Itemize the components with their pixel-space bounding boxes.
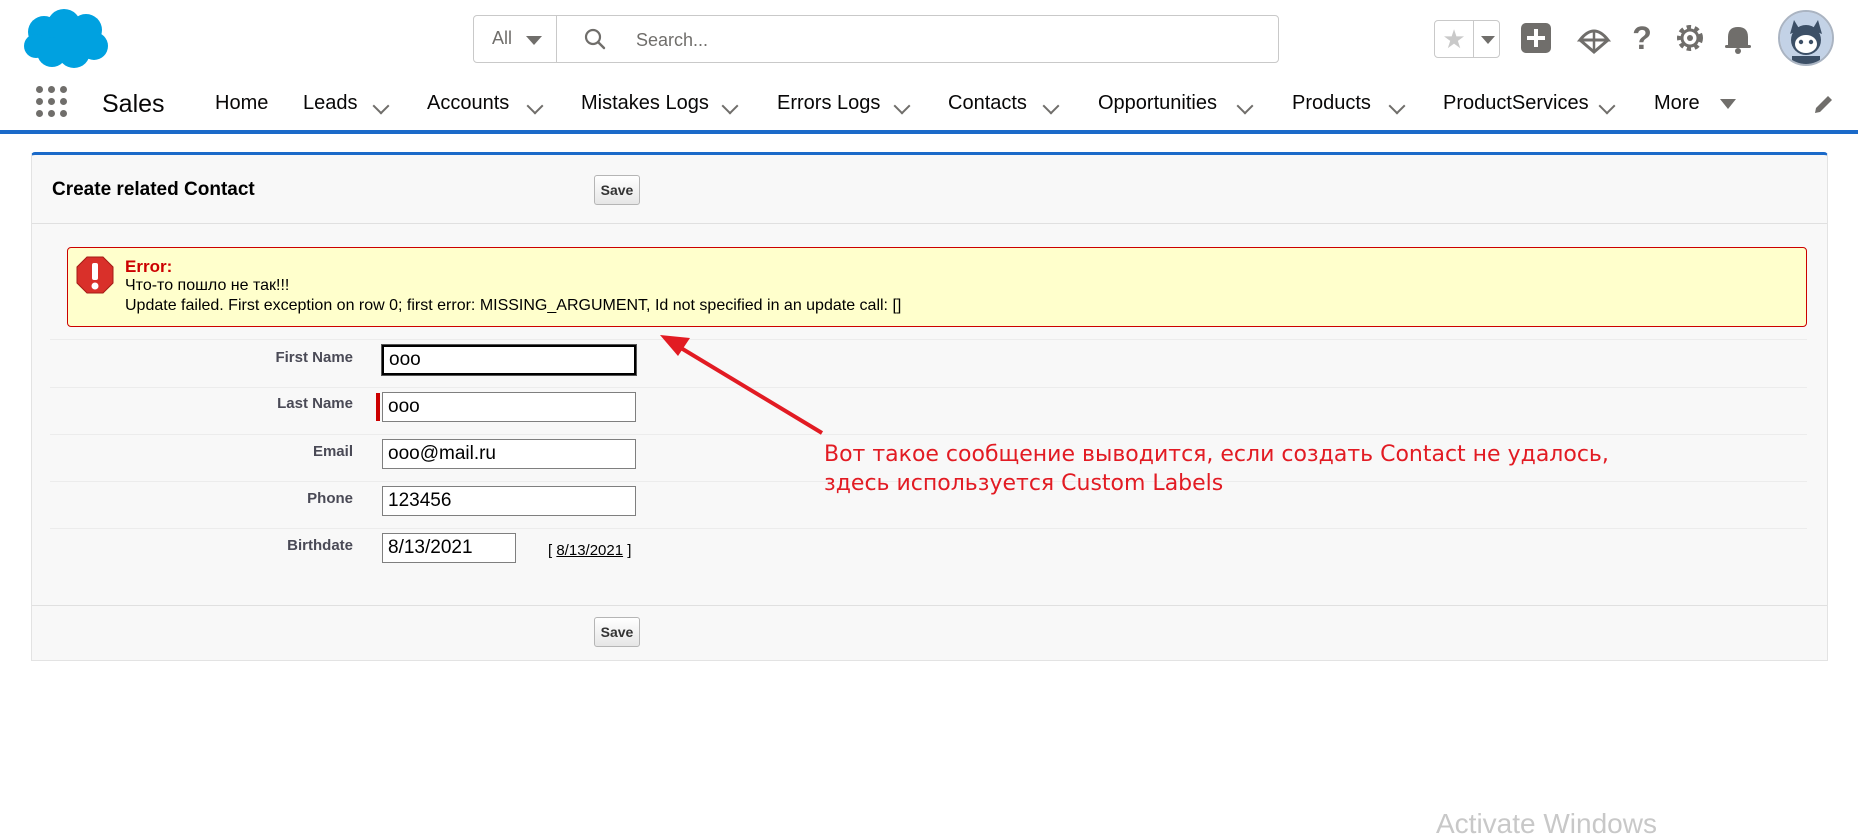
nav-item-errors-logs[interactable]: Errors Logs (777, 92, 880, 115)
nav-item-contacts[interactable]: Contacts (948, 92, 1027, 115)
search-icon (584, 28, 606, 50)
caret-down-icon (526, 36, 542, 45)
leads-chevron-down-icon[interactable] (372, 97, 390, 115)
global-actions-plus-icon[interactable] (1518, 20, 1554, 56)
edit-nav-pencil-icon[interactable] (1812, 92, 1836, 116)
error-message-line-2: Update failed. First exception on row 0;… (125, 297, 902, 314)
errors-logs-chevron-down-icon[interactable] (893, 97, 911, 115)
favorites-list-caret-icon[interactable] (1481, 36, 1495, 44)
save-button-bottom[interactable]: Save (594, 617, 640, 647)
save-button-top[interactable]: Save (594, 175, 640, 205)
required-indicator (376, 393, 380, 421)
nav-item-accounts[interactable]: Accounts (427, 92, 509, 115)
nav-item-leads[interactable]: Leads (303, 92, 358, 115)
salesforce-logo[interactable] (22, 8, 110, 70)
row-divider (50, 434, 1807, 435)
more-caret-down-icon[interactable] (1720, 99, 1736, 109)
help-icon[interactable]: ? (1624, 20, 1660, 56)
birthdate-field[interactable] (382, 533, 516, 563)
nav-item-mistakes-logs[interactable]: Mistakes Logs (581, 92, 709, 115)
row-divider (50, 339, 1807, 340)
productservices-chevron-down-icon[interactable] (1598, 97, 1616, 115)
global-header: All ★ ? (0, 0, 1858, 78)
row-divider (50, 528, 1807, 529)
birthdate-label: Birthdate (287, 537, 353, 554)
email-label: Email (312, 443, 353, 460)
phone-field[interactable] (382, 486, 636, 516)
notifications-bell-icon[interactable] (1720, 20, 1756, 56)
page-title: Create related Contact (52, 179, 255, 200)
today-date-shortcut: [ 8/13/2021 ] (548, 542, 631, 559)
opportunities-chevron-down-icon[interactable] (1236, 97, 1254, 115)
last-name-field[interactable] (382, 392, 636, 422)
bracket-open: [ (548, 542, 553, 559)
accounts-chevron-down-icon[interactable] (526, 97, 544, 115)
last-name-label: Last Name (277, 395, 353, 412)
annotation-line-1: Вот такое сообщение выводится, если созд… (824, 442, 1609, 467)
nav-item-more[interactable]: More (1654, 92, 1700, 115)
error-title: Error: (125, 257, 173, 276)
annotation-text: Вот такое сообщение выводится, если созд… (824, 440, 1609, 498)
row-divider (50, 387, 1807, 388)
error-message-line-1: Что-то пошло не так!!! (125, 277, 290, 294)
search-scope-select[interactable]: All (474, 16, 557, 62)
nav-item-opportunities[interactable]: Opportunities (1098, 92, 1217, 115)
star-icon[interactable]: ★ (1435, 21, 1474, 57)
email-field[interactable] (382, 439, 636, 469)
app-navigation-bar: Sales Home Leads Accounts Mistakes Logs … (0, 78, 1858, 134)
error-icon (76, 256, 114, 294)
products-chevron-down-icon[interactable] (1388, 97, 1406, 115)
svg-text:?: ? (1632, 20, 1652, 56)
nav-item-home[interactable]: Home (215, 92, 268, 115)
app-launcher-icon[interactable] (36, 86, 68, 118)
app-name: Sales (102, 90, 165, 118)
bracket-close: ] (627, 542, 632, 559)
global-search: All (473, 15, 1279, 63)
astro-avatar-icon (1780, 12, 1832, 64)
phone-label: Phone (307, 490, 353, 507)
search-input[interactable] (634, 24, 1258, 56)
error-message-box: Error: Что-то пошло не так!!! Update fai… (67, 247, 1807, 327)
nav-item-productservices[interactable]: ProductServices (1443, 92, 1589, 115)
contacts-chevron-down-icon[interactable] (1042, 97, 1060, 115)
first-name-label: First Name (275, 349, 353, 366)
trailhead-guidance-icon[interactable] (1576, 20, 1612, 56)
annotation-line-2: здесь используется Custom Labels (824, 471, 1224, 496)
search-scope-label: All (492, 28, 513, 48)
today-date-link[interactable]: 8/13/2021 (556, 542, 623, 559)
mistakes-logs-chevron-down-icon[interactable] (721, 97, 739, 115)
activate-windows-watermark: Activate Windows (1436, 808, 1657, 839)
setup-gear-icon[interactable] (1672, 20, 1708, 56)
favorites-button[interactable]: ★ (1434, 20, 1500, 58)
create-contact-panel: Create related Contact Save Error: Что-т… (31, 152, 1828, 661)
first-name-field[interactable] (381, 344, 637, 376)
footer-divider (32, 605, 1827, 606)
header-divider (32, 223, 1827, 224)
user-avatar[interactable] (1778, 10, 1834, 66)
nav-item-products[interactable]: Products (1292, 92, 1371, 115)
